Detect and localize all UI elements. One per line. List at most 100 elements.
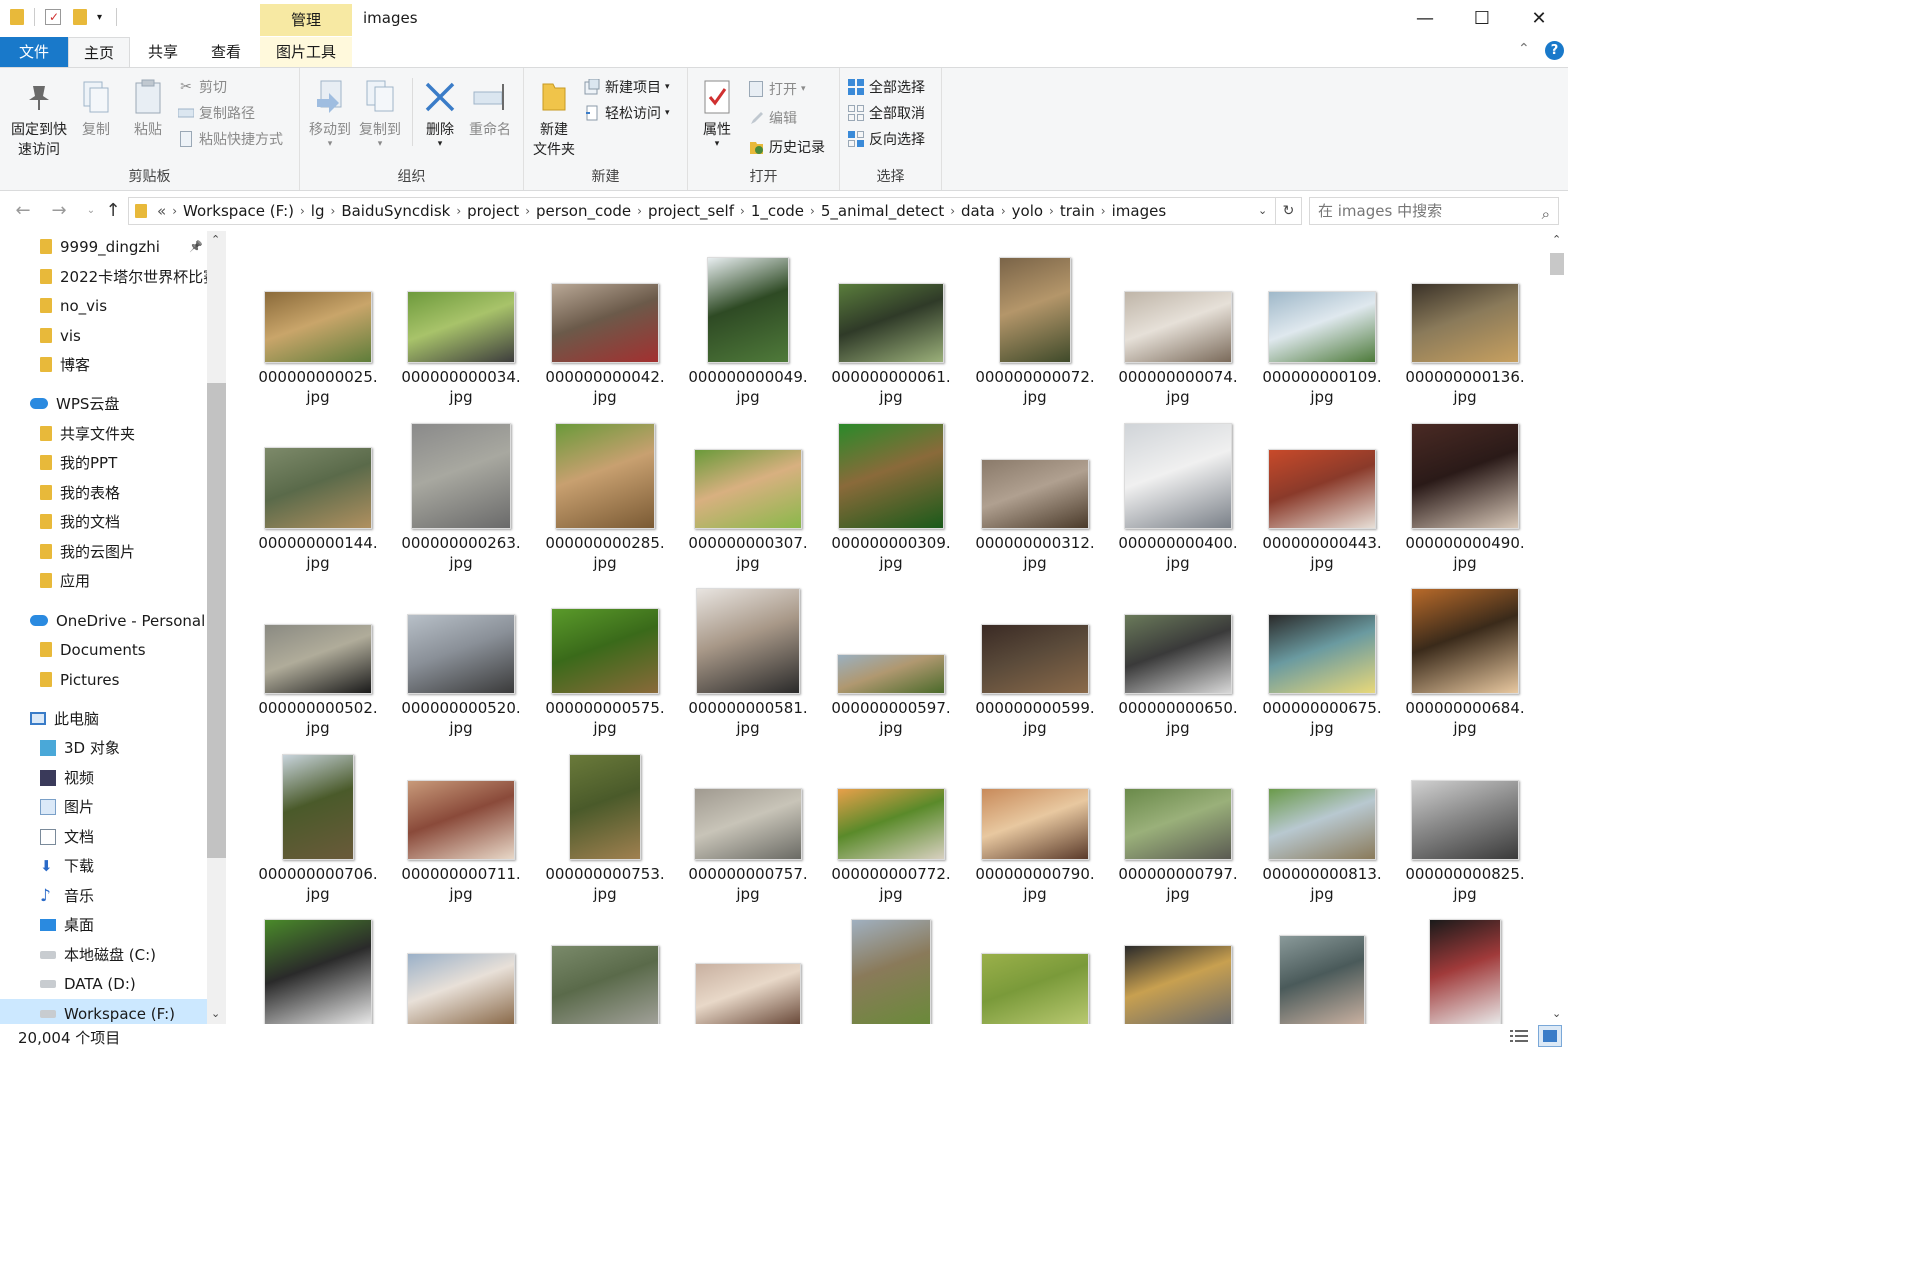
- file-tile[interactable]: 000000000675. jpg: [1258, 570, 1386, 737]
- nav-item[interactable]: WPS云盘: [0, 389, 207, 418]
- history-button[interactable]: 历史记录: [748, 135, 825, 159]
- file-tile[interactable]: 000000000144. jpg: [254, 405, 382, 572]
- nav-item[interactable]: 我的PPT: [0, 448, 207, 477]
- file-tile[interactable]: 000000000581. jpg: [684, 570, 812, 737]
- tab-picture-tools[interactable]: 图片工具: [260, 37, 352, 67]
- file-tile[interactable]: 000000000049. jpg: [684, 239, 812, 406]
- back-arrow-icon[interactable]: ←: [12, 200, 34, 222]
- file-tile[interactable]: 000000000443. jpg: [1258, 405, 1386, 572]
- file-tile[interactable]: 000000000711. jpg: [397, 736, 525, 903]
- breadcrumb-item[interactable]: BaiduSyncdisk: [335, 202, 456, 220]
- new-item-button[interactable]: 新建项目 ▾: [584, 75, 670, 99]
- file-tile[interactable]: 000000000061. jpg: [827, 239, 955, 406]
- file-tile[interactable]: 000000000772. jpg: [827, 736, 955, 903]
- file-tile[interactable]: [254, 901, 382, 1024]
- recent-locations-chevron-icon[interactable]: ⌄: [80, 200, 102, 222]
- nav-item[interactable]: 共享文件夹: [0, 419, 207, 448]
- nav-scroll-thumb[interactable]: [207, 383, 226, 858]
- nav-item[interactable]: 应用: [0, 566, 207, 595]
- maximize-button[interactable]: ☐: [1453, 0, 1511, 36]
- file-tile[interactable]: 000000000072. jpg: [971, 239, 1099, 406]
- nav-item[interactable]: 3D 对象: [0, 733, 207, 762]
- file-tile[interactable]: 000000000307. jpg: [684, 405, 812, 572]
- select-all-button[interactable]: 全部选择: [848, 75, 925, 99]
- file-tile[interactable]: 000000000263. jpg: [397, 405, 525, 572]
- copy-button[interactable]: 复制: [76, 76, 116, 140]
- nav-item[interactable]: no_vis: [0, 291, 207, 320]
- file-tile[interactable]: [397, 901, 525, 1024]
- open-button[interactable]: 打开 ▾: [748, 77, 806, 101]
- edit-button[interactable]: 编辑: [748, 106, 797, 130]
- file-tile[interactable]: 000000000490. jpg: [1401, 405, 1529, 572]
- nav-item[interactable]: ⬇ 下载: [0, 851, 207, 880]
- file-tile[interactable]: [1258, 901, 1386, 1024]
- nav-item[interactable]: 桌面: [0, 910, 207, 939]
- file-tile[interactable]: 000000000797. jpg: [1114, 736, 1242, 903]
- file-tile[interactable]: [541, 901, 669, 1024]
- nav-item[interactable]: OneDrive - Personal: [0, 606, 207, 635]
- nav-item[interactable]: vis: [0, 321, 207, 350]
- copy-path-button[interactable]: 复制路径: [178, 101, 255, 125]
- breadcrumb-item[interactable]: project_self: [642, 202, 740, 220]
- cut-button[interactable]: ✂ 剪切: [178, 75, 227, 99]
- nav-item[interactable]: 此电脑: [0, 704, 207, 733]
- pin-icon[interactable]: 📌: [189, 240, 203, 253]
- file-tile[interactable]: 000000000684. jpg: [1401, 570, 1529, 737]
- forward-arrow-icon[interactable]: →: [48, 200, 70, 222]
- file-tile[interactable]: 000000000285. jpg: [541, 405, 669, 572]
- breadcrumb-overflow[interactable]: «: [151, 202, 172, 220]
- copy-to-button[interactable]: 复制到 ▾: [356, 76, 404, 149]
- nav-item[interactable]: 本地磁盘 (C:): [0, 940, 207, 969]
- details-view-icon[interactable]: [1510, 1028, 1530, 1046]
- file-tile[interactable]: 000000000520. jpg: [397, 570, 525, 737]
- file-tile[interactable]: 000000000650. jpg: [1114, 570, 1242, 737]
- file-tile[interactable]: 000000000825. jpg: [1401, 736, 1529, 903]
- nav-item[interactable]: 我的表格: [0, 478, 207, 507]
- properties-check-icon[interactable]: ✓: [45, 9, 61, 25]
- nav-item[interactable]: 博客: [0, 350, 207, 379]
- file-tile[interactable]: 000000000309. jpg: [827, 405, 955, 572]
- file-tile[interactable]: [684, 901, 812, 1024]
- nav-item[interactable]: DATA (D:): [0, 969, 207, 998]
- rename-button[interactable]: 重命名: [466, 76, 514, 140]
- breadcrumb-item[interactable]: images: [1106, 202, 1173, 220]
- large-icons-view-icon[interactable]: [1538, 1025, 1562, 1047]
- tab-share[interactable]: 共享: [132, 37, 194, 67]
- file-tile[interactable]: 000000000312. jpg: [971, 405, 1099, 572]
- address-history-chevron-icon[interactable]: ⌄: [1258, 204, 1267, 217]
- minimize-button[interactable]: —: [1396, 0, 1454, 36]
- refresh-icon[interactable]: ↻: [1276, 197, 1302, 225]
- content-scroll-thumb[interactable]: [1550, 253, 1564, 275]
- nav-item[interactable]: 我的文档: [0, 507, 207, 536]
- file-tile[interactable]: 000000000757. jpg: [684, 736, 812, 903]
- up-arrow-icon[interactable]: ↑: [102, 200, 124, 222]
- scroll-down-icon[interactable]: ⌄: [1552, 1007, 1561, 1020]
- easy-access-button[interactable]: 轻松访问 ▾: [584, 101, 670, 125]
- nav-item[interactable]: 图片: [0, 792, 207, 821]
- breadcrumb-item[interactable]: Workspace (F:): [177, 202, 300, 220]
- file-tile[interactable]: [971, 901, 1099, 1024]
- properties-button[interactable]: 属性 ▾: [696, 76, 738, 149]
- file-tile[interactable]: 000000000034. jpg: [397, 239, 525, 406]
- tab-view[interactable]: 查看: [194, 37, 258, 67]
- nav-scrollbar[interactable]: ⌃ ⌄: [207, 231, 226, 1024]
- nav-item[interactable]: Pictures: [0, 665, 207, 694]
- breadcrumb-item[interactable]: train: [1054, 202, 1101, 220]
- file-tile[interactable]: 000000000790. jpg: [971, 736, 1099, 903]
- file-tile[interactable]: 000000000753. jpg: [541, 736, 669, 903]
- collapse-ribbon-icon[interactable]: ⌃: [1518, 41, 1530, 57]
- new-folder-icon[interactable]: [73, 9, 87, 25]
- nav-item[interactable]: 我的云图片: [0, 537, 207, 566]
- file-tile[interactable]: 000000000136. jpg: [1401, 239, 1529, 406]
- nav-item[interactable]: Documents: [0, 635, 207, 664]
- file-tile[interactable]: 000000000074. jpg: [1114, 239, 1242, 406]
- search-input[interactable]: 在 images 中搜索 ⌕: [1309, 197, 1559, 225]
- breadcrumb-item[interactable]: 1_code: [745, 202, 810, 220]
- breadcrumb-item[interactable]: 5_animal_detect: [815, 202, 950, 220]
- file-tile[interactable]: 000000000597. jpg: [827, 570, 955, 737]
- close-button[interactable]: ✕: [1510, 0, 1568, 36]
- invert-selection-button[interactable]: 反向选择: [848, 127, 925, 151]
- scroll-up-icon[interactable]: ⌃: [1552, 233, 1561, 246]
- breadcrumb-item[interactable]: person_code: [530, 202, 637, 220]
- nav-item[interactable]: ♪ 音乐: [0, 881, 207, 910]
